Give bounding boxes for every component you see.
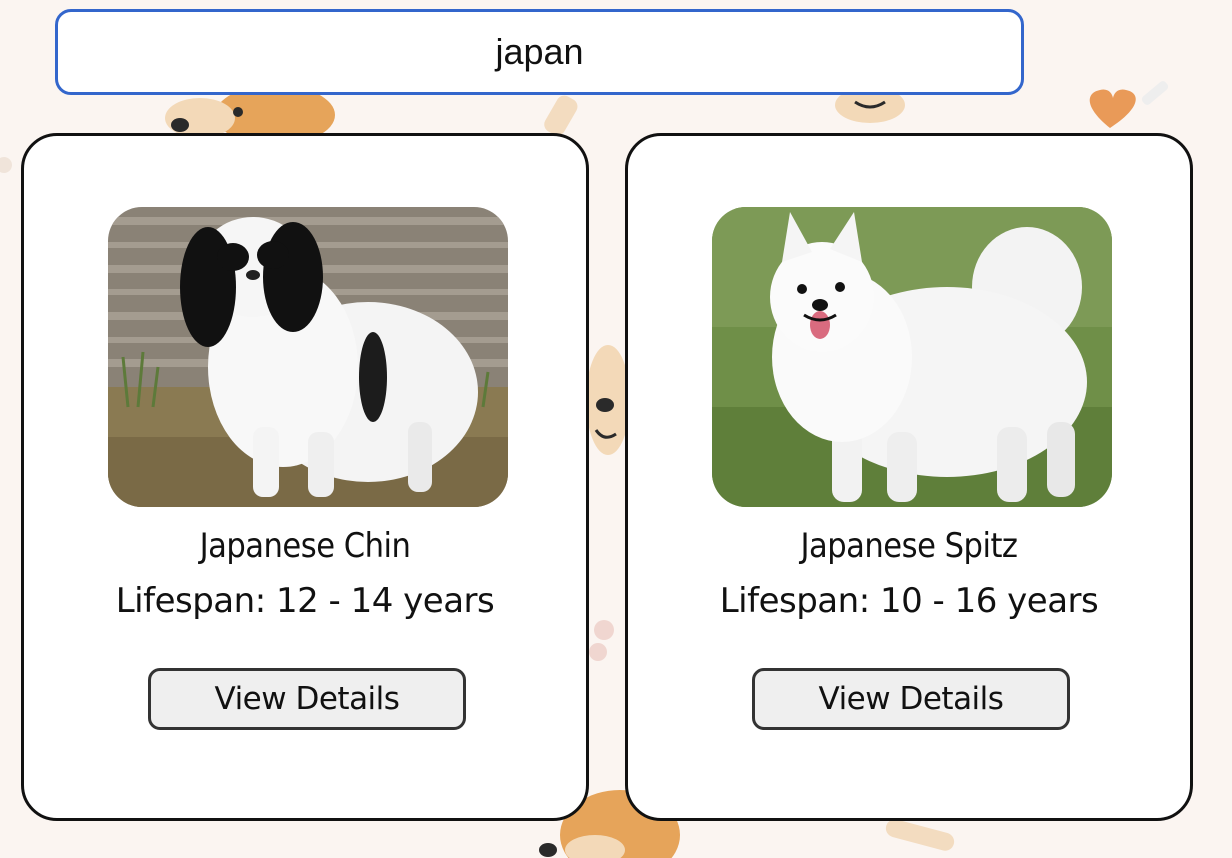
bone-icon bbox=[885, 819, 955, 851]
breed-card: Japanese Chin Lifespan: 12 - 14 years Vi… bbox=[21, 133, 589, 821]
breed-lifespan: Lifespan: 12 - 14 years bbox=[115, 581, 495, 621]
japanese-spitz-photo bbox=[712, 207, 1112, 507]
breed-card: Japanese Spitz Lifespan: 10 - 16 years V… bbox=[625, 133, 1193, 821]
breed-name: Japanese Spitz bbox=[800, 526, 1018, 566]
view-details-button[interactable]: View Details bbox=[752, 668, 1070, 730]
view-details-button[interactable]: View Details bbox=[148, 668, 466, 730]
breed-name: Japanese Chin bbox=[199, 526, 411, 566]
search-bar bbox=[55, 9, 1024, 95]
heart-icon bbox=[1089, 81, 1169, 128]
paw-icon bbox=[0, 157, 12, 173]
japanese-chin-photo bbox=[108, 207, 508, 507]
breed-lifespan: Lifespan: 10 - 16 years bbox=[719, 581, 1099, 621]
bone-icon bbox=[544, 95, 578, 136]
search-input[interactable] bbox=[58, 12, 1021, 92]
flower-icon bbox=[589, 620, 614, 661]
dog-head-icon bbox=[586, 345, 630, 455]
